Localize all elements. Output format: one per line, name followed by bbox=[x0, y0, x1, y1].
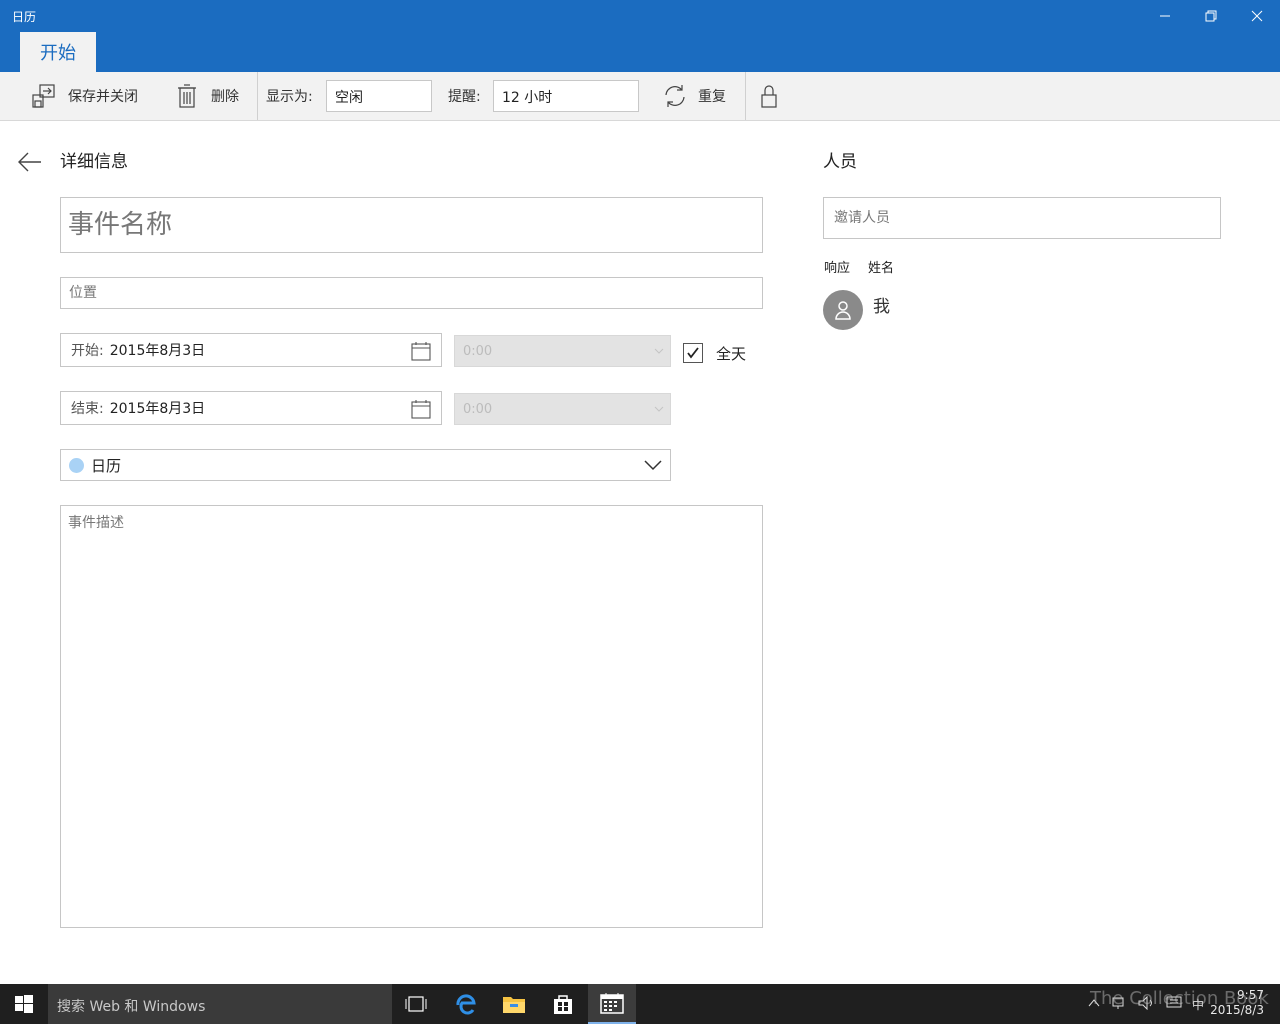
window-title: 日历 bbox=[12, 10, 37, 24]
calendar-icon[interactable] bbox=[411, 399, 431, 423]
location-input[interactable] bbox=[61, 278, 762, 308]
calendar-color-dot bbox=[69, 457, 84, 473]
event-name-field[interactable] bbox=[60, 197, 763, 253]
toolbar: 保存并关闭 删除 显示为: 空闲 提醒: 12 小时 重复 bbox=[0, 72, 1280, 121]
start-time-dropdown: 0:00 bbox=[454, 335, 671, 367]
end-date-field[interactable]: 结束: 2015年8月3日 bbox=[60, 391, 442, 425]
attendee-name[interactable]: 我 bbox=[873, 292, 890, 317]
title-bar: 日历 bbox=[0, 0, 1280, 32]
lock-icon bbox=[761, 85, 777, 108]
end-label: 结束: bbox=[71, 401, 104, 417]
end-time-dropdown: 0:00 bbox=[454, 393, 671, 425]
repeat-icon bbox=[665, 85, 685, 107]
minimize-icon bbox=[1160, 15, 1170, 17]
watermark: The Collection Book bbox=[1090, 988, 1269, 1009]
back-arrow-icon bbox=[18, 152, 41, 172]
chevron-down-icon bbox=[654, 345, 664, 360]
people-title: 人员 bbox=[823, 152, 857, 172]
end-date-value: 2015年8月3日 bbox=[109, 401, 206, 417]
edge-button[interactable] bbox=[442, 984, 490, 1024]
save-close-button[interactable]: 保存并关闭 bbox=[32, 72, 138, 120]
show-as-dropdown[interactable]: 空闲 bbox=[326, 80, 432, 112]
windows-logo-icon bbox=[15, 995, 33, 1013]
ribbon-tab-strip: 开始 bbox=[0, 32, 1280, 72]
calendar-app-icon bbox=[600, 993, 624, 1014]
invite-field[interactable] bbox=[823, 197, 1221, 239]
description-input[interactable] bbox=[61, 506, 762, 926]
location-field[interactable] bbox=[60, 277, 763, 309]
edge-icon bbox=[456, 994, 476, 1015]
file-explorer-button[interactable] bbox=[490, 984, 538, 1024]
back-button[interactable] bbox=[16, 150, 44, 174]
store-icon bbox=[554, 995, 572, 1014]
chevron-down-icon bbox=[654, 403, 664, 418]
event-name-input[interactable] bbox=[61, 198, 762, 252]
restore-icon bbox=[1205, 10, 1217, 22]
toolbar-divider bbox=[257, 72, 258, 120]
start-time-value: 0:00 bbox=[463, 344, 493, 359]
name-column-header[interactable]: 姓名 bbox=[868, 257, 894, 276]
minimize-button[interactable] bbox=[1142, 0, 1188, 32]
details-title: 详细信息 bbox=[60, 152, 128, 172]
tab-start[interactable]: 开始 bbox=[20, 32, 96, 72]
calendar-name: 日历 bbox=[91, 456, 122, 475]
store-button[interactable] bbox=[539, 984, 587, 1024]
save-close-icon bbox=[32, 84, 55, 108]
private-button[interactable] bbox=[760, 72, 778, 120]
start-button[interactable] bbox=[0, 984, 48, 1024]
repeat-button[interactable]: 重复 bbox=[662, 72, 726, 120]
reminder-dropdown[interactable]: 12 小时 bbox=[493, 80, 639, 112]
delete-button[interactable]: 删除 bbox=[177, 72, 239, 120]
person-icon bbox=[835, 301, 851, 320]
calendar-icon[interactable] bbox=[411, 341, 431, 365]
calendar-dropdown[interactable]: 日历 bbox=[60, 449, 671, 481]
all-day-checkbox[interactable] bbox=[683, 343, 703, 363]
checkmark-icon bbox=[687, 347, 699, 359]
avatar bbox=[823, 290, 863, 330]
taskbar: 搜索 Web 和 Windows 中 9:57 2015/8/3 bbox=[0, 984, 1280, 1024]
response-column-header[interactable]: 响应 bbox=[824, 257, 850, 276]
invite-input[interactable] bbox=[824, 198, 1220, 238]
start-date-field[interactable]: 开始: 2015年8月3日 bbox=[60, 333, 442, 367]
trash-icon bbox=[178, 84, 196, 108]
chevron-down-icon bbox=[644, 458, 662, 476]
repeat-label: 重复 bbox=[698, 89, 726, 105]
reminder-label: 提醒: bbox=[448, 89, 481, 105]
close-icon bbox=[1251, 10, 1263, 22]
folder-icon bbox=[503, 997, 525, 1013]
save-close-label: 保存并关闭 bbox=[68, 89, 138, 105]
show-as-label: 显示为: bbox=[266, 89, 313, 105]
description-field[interactable] bbox=[60, 505, 763, 928]
task-view-button[interactable] bbox=[392, 984, 440, 1024]
taskbar-search[interactable]: 搜索 Web 和 Windows bbox=[48, 984, 392, 1024]
close-button[interactable] bbox=[1234, 0, 1280, 32]
task-view-icon bbox=[405, 996, 427, 1012]
all-day-label: 全天 bbox=[716, 345, 747, 363]
restore-button[interactable] bbox=[1188, 0, 1234, 32]
start-date-value: 2015年8月3日 bbox=[109, 343, 206, 359]
toolbar-divider bbox=[745, 72, 746, 120]
delete-label: 删除 bbox=[211, 89, 239, 105]
start-label: 开始: bbox=[71, 343, 104, 359]
calendar-app-button[interactable] bbox=[588, 984, 636, 1024]
end-time-value: 0:00 bbox=[463, 402, 493, 417]
